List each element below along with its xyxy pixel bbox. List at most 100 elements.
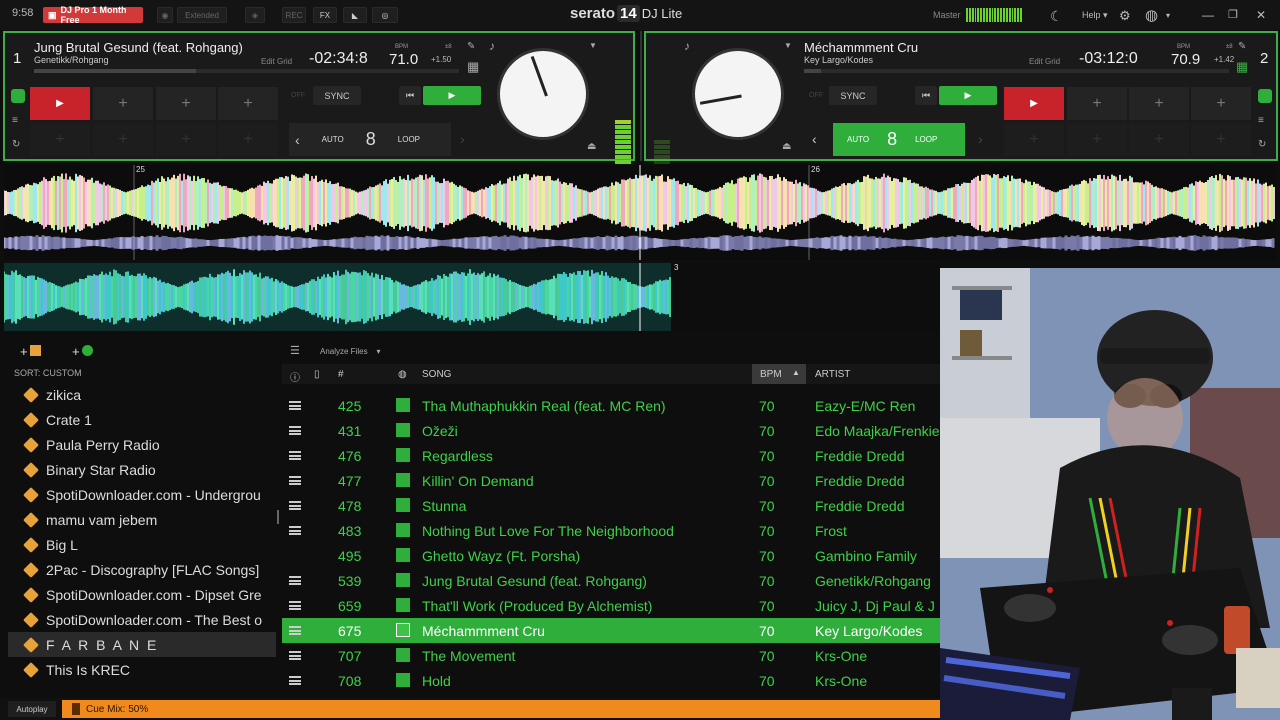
cue-mix-slider[interactable]: Cue Mix: 50% [62,700,940,718]
setlist-icon[interactable]: ◎ [372,7,398,23]
sampler-icon[interactable]: ◣ [343,7,367,23]
cue-pad-8[interactable]: + [218,123,278,156]
loop-button[interactable]: LOOP [398,135,420,144]
moon-icon[interactable]: ☾ [1050,8,1063,25]
cue-pad-6[interactable]: + [93,123,153,156]
minimize-icon[interactable]: — [1202,8,1214,22]
gear-icon[interactable]: ⚙ [1119,8,1131,24]
sync-button[interactable]: SYNC [313,86,361,105]
list-icon[interactable]: ≡ [12,115,18,126]
cue-pad-7[interactable]: + [156,123,216,156]
track-row[interactable]: 483 Nothing But Love For The Neighborhood… [282,518,940,543]
autoplay-button[interactable]: Autoplay [8,701,56,717]
file-icon[interactable]: ▯ [314,369,320,380]
cue-pad-4[interactable]: + [218,87,278,120]
cue-mix-handle[interactable] [72,703,80,715]
filter-icon[interactable]: ▼ [589,41,597,50]
refresh-icon[interactable]: ↻ [1258,139,1266,150]
eject-icon[interactable]: ⏏ [782,141,791,152]
list-icon[interactable]: ≡ [1258,115,1264,126]
crate-item[interactable]: Binary Star Radio [8,457,276,482]
track-row[interactable]: 495 Ghetto Wayz (Ft. Porsha) 70 Gambino Fam… [282,543,940,568]
cue-pad-5[interactable]: + [1004,123,1064,156]
chevron-right-icon[interactable]: › [978,131,983,147]
view-select[interactable]: Extended [177,7,227,23]
cue-pad-2[interactable]: + [1067,87,1127,120]
cue-pad-6[interactable]: + [1067,123,1127,156]
crate-item[interactable]: SpotiDownloader.com - Undergrou [8,482,276,507]
skip-back-icon[interactable]: ⏮ [915,86,937,105]
waveform-overview[interactable]: 25 26 [4,165,1276,260]
auto-button[interactable]: AUTO [847,135,869,144]
track-row[interactable]: 431 Ožeži 70 Edo Maajka/Frenkie [282,418,940,443]
pencil-icon[interactable]: ✎ [1238,41,1246,52]
track-row[interactable]: 425 Tha Muthaphukkin Real (feat. MC Ren) 7… [282,393,940,418]
cue-pad-3[interactable]: + [156,87,216,120]
track-row[interactable]: 659 That'll Work (Produced By Alchemist) 7… [282,593,940,618]
col-artist[interactable]: ARTIST [815,369,850,380]
sort-label[interactable]: SORT: CUSTOM [14,368,274,378]
promo-button[interactable]: ▣ DJ Pro 1 Month Free [43,5,143,25]
grid-icon[interactable]: ▦ [467,59,479,75]
crate-item[interactable]: zikica [8,382,276,407]
help-menu[interactable]: Help ▾ [1082,10,1108,21]
track-row[interactable]: 707 The Movement 70 Krs-One [282,643,940,668]
cue-pad-3[interactable]: + [1129,87,1189,120]
play-button[interactable]: ▶ [423,86,481,105]
track-progress[interactable] [34,69,459,73]
cue-pad-2[interactable]: + [93,87,153,120]
eject-icon[interactable]: ⏏ [587,141,596,152]
platter[interactable] [692,48,784,140]
crate-item[interactable]: SpotiDownloader.com - Dipset Gre [8,582,276,607]
chevron-left-icon[interactable]: ‹ [295,132,300,148]
track-row[interactable]: 478 Stunna 70 Freddie Dredd [282,493,940,518]
grid-icon[interactable]: ▦ [1236,59,1248,75]
auto-button[interactable]: AUTO [322,135,344,144]
chevron-right-icon[interactable]: › [460,131,465,147]
waveform-zoom[interactable]: 3 [4,263,940,331]
col-bpm[interactable]: BPM ▲ [752,364,806,384]
edit-grid-button[interactable]: Edit Grid [261,57,292,66]
crate-item[interactable]: This Is KREC [8,657,276,682]
filter-icon[interactable]: ▼ [784,41,792,50]
rec-button[interactable]: REC [282,7,306,23]
fx-button[interactable]: FX [313,7,337,23]
track-progress[interactable] [804,69,1229,73]
play-button[interactable]: ▶ [939,86,997,105]
crate-item[interactable]: Paula Perry Radio [8,432,276,457]
layout-icon[interactable]: ◉ [157,7,173,23]
crate-item[interactable]: 2Pac - Discography [FLAC Songs] [8,557,276,582]
panel-resize-handle[interactable] [277,510,279,524]
track-row[interactable]: 675 Méchammment Cru 70 Key Largo/Kodes [282,618,940,643]
add-crate-button[interactable]: + [20,344,41,359]
info-icon[interactable]: ⓘ [290,369,300,384]
cue-pad-8[interactable]: + [1191,123,1251,156]
refresh-icon[interactable]: ↻ [12,139,20,150]
loop-button[interactable]: LOOP [915,135,937,144]
deck-panel-button[interactable] [11,89,25,103]
deck-panel-button[interactable] [1258,89,1272,103]
crate-item[interactable]: F A R B A N E [8,632,276,657]
crate-item[interactable]: Crate 1 [8,407,276,432]
add-smart-crate-button[interactable]: + [72,344,93,359]
crate-item[interactable]: Big L [8,532,276,557]
pencil-icon[interactable]: ✎ [467,41,475,52]
col-song[interactable]: SONG [422,369,451,380]
note-icon[interactable]: ♪ [684,39,690,53]
color-icon[interactable]: ◍ [398,369,407,380]
crate-item[interactable]: SpotiDownloader.com - The Best o [8,607,276,632]
play-pad[interactable]: ▶ [1004,87,1064,120]
track-row[interactable]: 539 Jung Brutal Gesund (feat. Rohgang) 70 G… [282,568,940,593]
crate-item[interactable]: mamu vam jebem [8,507,276,532]
cue-pad-5[interactable]: + [30,123,90,156]
track-row[interactable]: 477 Killin' On Demand 70 Freddie Dredd [282,468,940,493]
edit-grid-button[interactable]: Edit Grid [1029,57,1060,66]
note-icon[interactable]: ♪ [489,39,495,53]
close-icon[interactable]: ✕ [1256,8,1266,22]
list-view-icon[interactable]: ☰ [290,344,300,357]
track-row[interactable]: 708 Hold 70 Krs-One [282,668,940,693]
maximize-icon[interactable]: ❐ [1228,8,1238,21]
analyze-files-button[interactable]: Analyze Files ▾ [320,347,380,356]
sync-button[interactable]: SYNC [829,86,877,105]
chevron-left-icon[interactable]: ‹ [812,131,817,147]
